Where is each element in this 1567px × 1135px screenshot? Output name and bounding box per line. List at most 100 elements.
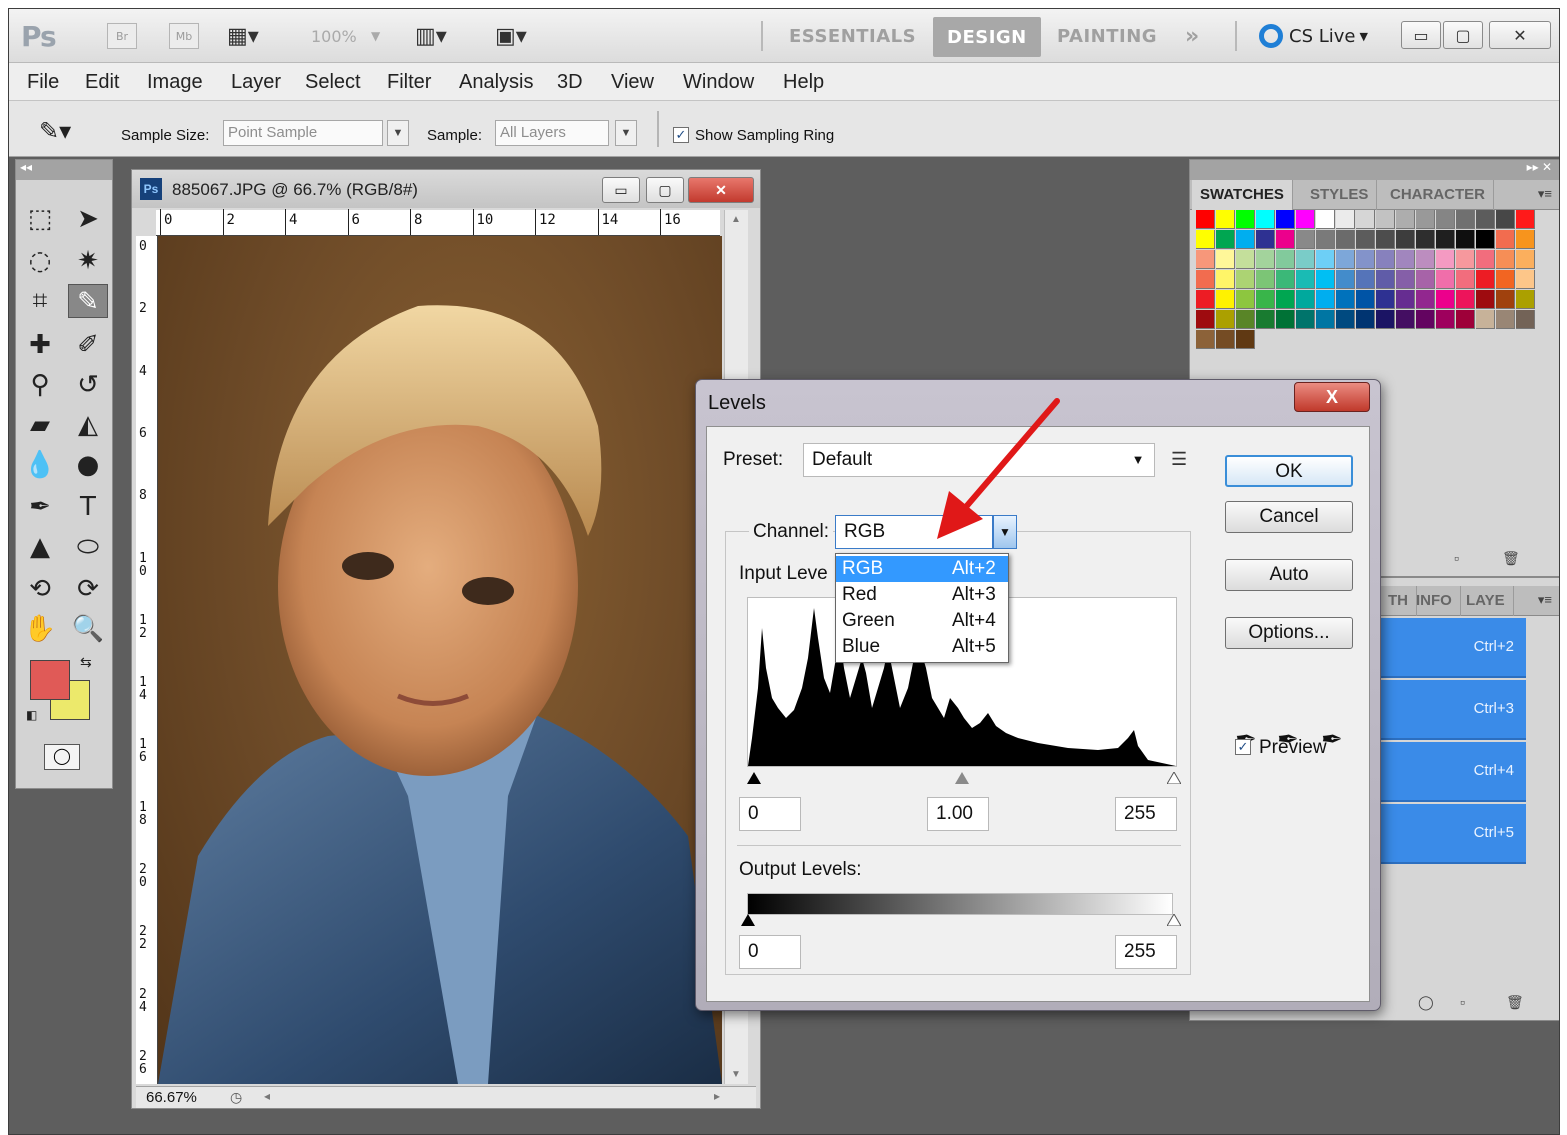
color-swatch[interactable] xyxy=(1196,210,1215,229)
menu-filter[interactable]: Filter xyxy=(387,71,431,94)
panel-menu-icon[interactable]: ▾≡ xyxy=(1538,186,1552,202)
workspace-essentials[interactable]: ESSENTIALS xyxy=(789,9,916,63)
color-swatch[interactable] xyxy=(1336,250,1355,269)
lasso-tool-icon[interactable]: ◌ xyxy=(20,244,60,278)
color-swatch[interactable] xyxy=(1356,310,1375,329)
3d-rotate-tool-icon[interactable]: ⟲ xyxy=(20,572,60,606)
color-swatch[interactable] xyxy=(1516,310,1535,329)
clone-stamp-tool-icon[interactable]: ⚲ xyxy=(20,368,60,402)
color-swatch[interactable] xyxy=(1216,330,1235,349)
magic-wand-tool-icon[interactable]: ✷ xyxy=(68,244,108,278)
color-swatch[interactable] xyxy=(1236,230,1255,249)
color-swatch[interactable] xyxy=(1436,230,1455,249)
panel-menu-icon[interactable]: ▾≡ xyxy=(1538,592,1552,608)
color-swatch[interactable] xyxy=(1436,250,1455,269)
color-swatch[interactable] xyxy=(1196,270,1215,289)
spot-healing-tool-icon[interactable]: ✚ xyxy=(20,328,60,362)
color-swatch[interactable] xyxy=(1236,330,1255,349)
color-swatch[interactable] xyxy=(1516,210,1535,229)
color-swatch[interactable] xyxy=(1376,310,1395,329)
color-swatch[interactable] xyxy=(1296,250,1315,269)
menu-analysis[interactable]: Analysis xyxy=(459,71,533,94)
color-swatch[interactable] xyxy=(1396,270,1415,289)
menu-select[interactable]: Select xyxy=(305,71,361,94)
color-swatch[interactable] xyxy=(1196,290,1215,309)
color-swatch[interactable] xyxy=(1496,290,1515,309)
zoom-tool-icon[interactable]: 🔍 xyxy=(68,612,108,646)
color-swatch[interactable] xyxy=(1316,290,1335,309)
maximize-icon[interactable]: ▢ xyxy=(646,177,684,203)
scroll-left-icon[interactable]: ◂ xyxy=(264,1089,270,1103)
color-swatch[interactable] xyxy=(1516,270,1535,289)
color-swatch[interactable] xyxy=(1356,270,1375,289)
minimize-icon[interactable]: ▭ xyxy=(1401,21,1441,49)
input-gamma-slider[interactable] xyxy=(955,771,969,789)
color-swatch[interactable] xyxy=(1476,210,1495,229)
type-tool-icon[interactable]: T xyxy=(68,490,108,524)
color-swatch[interactable] xyxy=(1216,250,1235,269)
color-swatch[interactable] xyxy=(1296,230,1315,249)
quick-mask-icon[interactable]: ◯ xyxy=(44,744,80,770)
menu-image[interactable]: Image xyxy=(147,71,203,94)
color-swatch[interactable] xyxy=(1416,230,1435,249)
output-white-field[interactable]: 255 xyxy=(1115,935,1177,969)
color-swatch[interactable] xyxy=(1256,210,1275,229)
color-swatch[interactable] xyxy=(1496,210,1515,229)
color-swatch[interactable] xyxy=(1396,310,1415,329)
scroll-down-icon[interactable]: ▼ xyxy=(731,1069,741,1080)
color-swatch[interactable] xyxy=(1456,290,1475,309)
color-swatch[interactable] xyxy=(1456,310,1475,329)
move-tool-icon[interactable]: ➤ xyxy=(68,202,108,236)
color-swatch[interactable] xyxy=(1376,250,1395,269)
tab-character[interactable]: CHARACTER xyxy=(1382,180,1494,210)
color-swatch[interactable] xyxy=(1316,250,1335,269)
color-swatch[interactable] xyxy=(1476,250,1495,269)
color-swatch[interactable] xyxy=(1316,210,1335,229)
input-black-slider[interactable] xyxy=(747,771,761,789)
scroll-up-icon[interactable]: ▲ xyxy=(731,214,741,225)
crop-tool-icon[interactable]: ⌗ xyxy=(20,284,60,318)
color-swatch[interactable] xyxy=(1316,310,1335,329)
channel-selection-icon[interactable]: ◯ xyxy=(1418,994,1434,1011)
color-swatch[interactable] xyxy=(1476,230,1495,249)
history-brush-tool-icon[interactable]: ↺ xyxy=(68,368,108,402)
cs-live-button[interactable]: CS Live ▼ xyxy=(1259,9,1368,63)
menu-3d[interactable]: 3D xyxy=(557,71,583,94)
color-swatch[interactable] xyxy=(1516,290,1535,309)
brush-tool-icon[interactable]: ✐ xyxy=(68,328,108,362)
foreground-color-swatch[interactable] xyxy=(30,660,70,700)
color-swatch[interactable] xyxy=(1296,290,1315,309)
color-swatch[interactable] xyxy=(1376,270,1395,289)
menu-edit[interactable]: Edit xyxy=(85,71,119,94)
color-swatch[interactable] xyxy=(1476,270,1495,289)
color-swatch[interactable] xyxy=(1256,290,1275,309)
menu-file[interactable]: File xyxy=(27,71,59,94)
color-swatch[interactable] xyxy=(1236,290,1255,309)
ellipse-tool-icon[interactable]: ⬭ xyxy=(68,530,108,564)
delete-channel-icon[interactable]: 🗑 xyxy=(1506,994,1524,1011)
scroll-right-icon[interactable]: ▸ xyxy=(714,1089,720,1103)
new-swatch-icon[interactable]: ▫ xyxy=(1454,550,1459,566)
color-swatch[interactable] xyxy=(1336,310,1355,329)
bridge-button[interactable]: Br xyxy=(107,23,137,49)
collapse-icon[interactable]: ◂◂ xyxy=(16,160,112,180)
channel-option-green[interactable]: Green Alt+4 xyxy=(836,608,1008,634)
tab-info[interactable]: INFO xyxy=(1408,586,1461,616)
color-swatch[interactable] xyxy=(1356,250,1375,269)
color-swatch[interactable] xyxy=(1456,250,1475,269)
marquee-tool-icon[interactable]: ⬚ xyxy=(20,202,60,236)
color-swatch[interactable] xyxy=(1356,290,1375,309)
3d-orbit-tool-icon[interactable]: ⟳ xyxy=(68,572,108,606)
color-swatch[interactable] xyxy=(1336,290,1355,309)
color-swatch[interactable] xyxy=(1436,310,1455,329)
paint-bucket-tool-icon[interactable]: ◭ xyxy=(68,408,108,442)
tab-layers[interactable]: LAYE xyxy=(1458,586,1514,616)
tab-swatches[interactable]: SWATCHES xyxy=(1192,180,1293,210)
menu-window[interactable]: Window xyxy=(683,71,754,94)
preset-options-icon[interactable]: ☰ xyxy=(1171,449,1187,470)
auto-button[interactable]: Auto xyxy=(1225,559,1353,591)
color-swatch[interactable] xyxy=(1256,270,1275,289)
color-swatch[interactable] xyxy=(1416,250,1435,269)
menu-help[interactable]: Help xyxy=(783,71,824,94)
input-white-field[interactable]: 255 xyxy=(1115,797,1177,831)
